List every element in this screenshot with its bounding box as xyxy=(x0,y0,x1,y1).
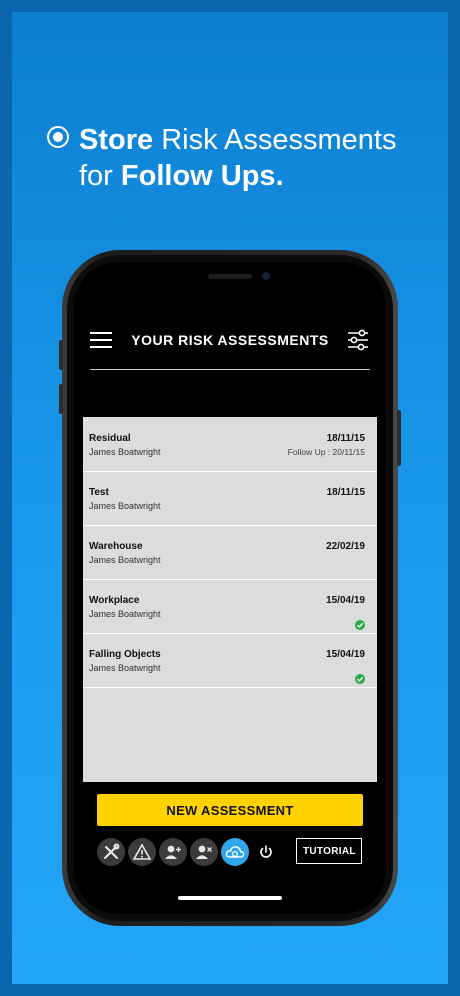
assessment-date: 15/04/19 xyxy=(326,595,365,606)
phone-side-button xyxy=(59,340,63,370)
assessment-title: Residual xyxy=(89,433,131,444)
assessment-title: Workplace xyxy=(89,595,140,606)
assessment-author: James Boatwright xyxy=(89,555,161,565)
assessment-author: James Boatwright xyxy=(89,447,161,457)
assessment-date: 18/11/15 xyxy=(326,433,365,444)
speaker-grille xyxy=(208,274,252,279)
add-user-icon[interactable] xyxy=(159,838,187,866)
headline-line-1: Store Risk Assessments xyxy=(79,124,397,156)
list-item[interactable]: Test James Boatwright 18/11/15 xyxy=(83,471,377,526)
list-item[interactable]: Residual James Boatwright 18/11/15 Follo… xyxy=(83,417,377,472)
sliders-filter-icon[interactable] xyxy=(346,328,370,352)
tools-icon[interactable] xyxy=(97,838,125,866)
front-camera xyxy=(262,272,270,280)
list-item[interactable]: Workplace James Boatwright 15/04/19 xyxy=(83,579,377,634)
assessment-title: Test xyxy=(89,487,109,498)
assessment-author: James Boatwright xyxy=(89,609,161,619)
warning-icon[interactable] xyxy=(128,838,156,866)
list-item[interactable]: Falling Objects James Boatwright 15/04/1… xyxy=(83,633,377,688)
assessment-date: 22/02/19 xyxy=(326,541,365,552)
app-header: YOUR RISK ASSESSMENTS xyxy=(74,328,386,368)
new-assessment-button[interactable]: NEW ASSESSMENT xyxy=(97,794,363,826)
assessment-list[interactable]: Residual James Boatwright 18/11/15 Follo… xyxy=(83,417,377,782)
promo-page: Store Risk Assessments for Follow Ups. Y… xyxy=(0,0,460,996)
phone-side-button xyxy=(59,384,63,414)
page-title: YOUR RISK ASSESSMENTS xyxy=(131,332,329,348)
cloud-sync-icon[interactable] xyxy=(221,838,249,866)
phone-side-button xyxy=(397,410,401,466)
header-divider xyxy=(90,369,370,370)
completed-check-icon xyxy=(355,674,365,684)
assessment-author: James Boatwright xyxy=(89,501,161,511)
list-item[interactable]: Warehouse James Boatwright 22/02/19 xyxy=(83,525,377,580)
tutorial-button[interactable]: TUTORIAL xyxy=(296,838,362,864)
assessment-author: James Boatwright xyxy=(89,663,161,673)
follow-up-date: Follow Up : 20/11/15 xyxy=(287,447,365,457)
assessment-date: 18/11/15 xyxy=(326,487,365,498)
radio-bullet-icon xyxy=(47,126,69,148)
hamburger-menu-icon[interactable] xyxy=(90,332,112,348)
remove-user-icon[interactable] xyxy=(190,838,218,866)
headline-line-2: for Follow Ups. xyxy=(79,160,284,192)
completed-check-icon xyxy=(355,620,365,630)
power-icon[interactable] xyxy=(257,843,275,861)
assessment-title: Falling Objects xyxy=(89,649,161,660)
assessment-title: Warehouse xyxy=(89,541,143,552)
assessment-date: 15/04/19 xyxy=(326,649,365,660)
app-screen: YOUR RISK ASSESSMENTS Residual James Boa… xyxy=(74,262,386,914)
home-indicator[interactable] xyxy=(178,896,282,900)
